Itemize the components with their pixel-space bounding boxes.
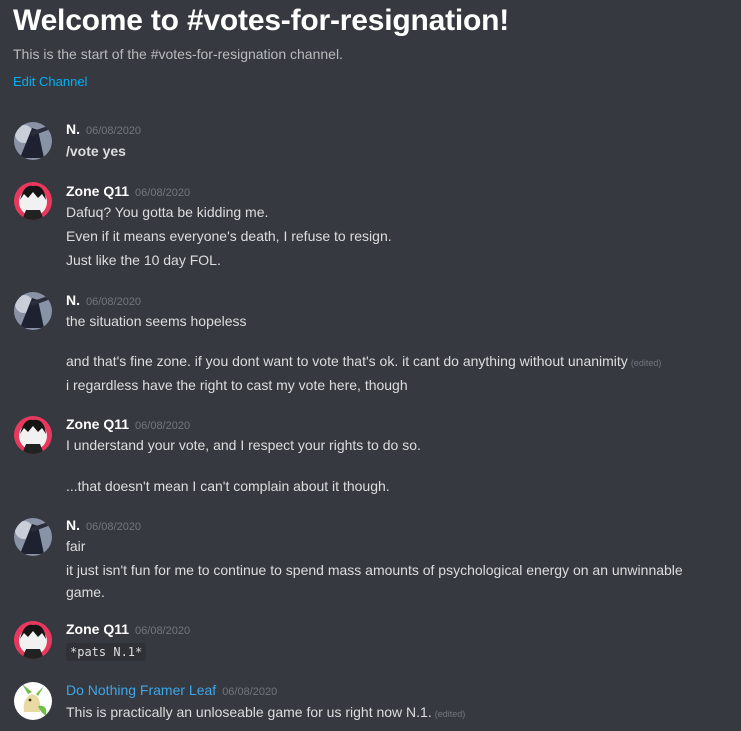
message-text: fair: [66, 538, 86, 554]
message-text-edited: and that's fine zone. if you dont want t…: [66, 352, 661, 372]
message-timestamp: 06/08/2020: [86, 296, 142, 308]
message-text: the situation seems hopeless: [66, 313, 247, 329]
anime-character-avatar[interactable]: [14, 416, 52, 454]
leafeon-avatar[interactable]: [14, 682, 52, 720]
message-text: it just isn't fun for me to continue to …: [66, 562, 683, 600]
channel-start-text: This is the start of the #votes-for-resi…: [13, 46, 343, 62]
message-text: I understand your vote, and I respect yo…: [66, 437, 421, 453]
message-author[interactable]: N.: [66, 292, 80, 308]
dark-figure-avatar[interactable]: [14, 518, 52, 556]
message-author[interactable]: N.: [66, 121, 80, 137]
edited-label: (edited): [630, 358, 662, 368]
message-text: and that's fine zone. if you dont want t…: [66, 353, 628, 369]
message-text: Just like the 10 day FOL.: [66, 252, 221, 268]
message-text-edited: This is practically an unloseable game f…: [66, 703, 465, 723]
message-timestamp: 06/08/2020: [135, 187, 191, 199]
message-author[interactable]: Zone Q11: [66, 183, 129, 199]
message-text: Dafuq? You gotta be kidding me.: [66, 204, 269, 220]
message-code-line: *pats N.1*: [66, 642, 147, 661]
message-timestamp: 06/08/2020: [135, 420, 191, 432]
message-author[interactable]: N.: [66, 517, 80, 533]
edit-channel-link[interactable]: Edit Channel: [13, 74, 87, 89]
message-timestamp: 06/08/2020: [86, 125, 142, 137]
dark-figure-avatar[interactable]: [14, 292, 52, 330]
message-author[interactable]: Zone Q11: [66, 621, 129, 637]
dark-figure-avatar[interactable]: [14, 122, 52, 160]
message-timestamp: 06/08/2020: [135, 625, 191, 637]
message-text: Even if it means everyone's death, I ref…: [66, 228, 392, 244]
inline-code: *pats N.1*: [66, 643, 147, 661]
welcome-title: Welcome to #votes-for-resignation!: [13, 4, 510, 37]
message-timestamp: 06/08/2020: [222, 686, 278, 698]
edited-label: (edited): [434, 709, 466, 719]
anime-character-avatar[interactable]: [14, 621, 52, 659]
message-author[interactable]: Zone Q11: [66, 416, 129, 432]
message-text: i regardless have the right to cast my v…: [66, 377, 408, 393]
message-text: ...that doesn't mean I can't complain ab…: [66, 478, 390, 494]
message-timestamp: 06/08/2020: [86, 521, 142, 533]
message-text: /vote yes: [66, 143, 126, 159]
anime-character-avatar[interactable]: [14, 182, 52, 220]
message-author[interactable]: Do Nothing Framer Leaf: [66, 682, 216, 698]
message-text: This is practically an unloseable game f…: [66, 704, 432, 720]
